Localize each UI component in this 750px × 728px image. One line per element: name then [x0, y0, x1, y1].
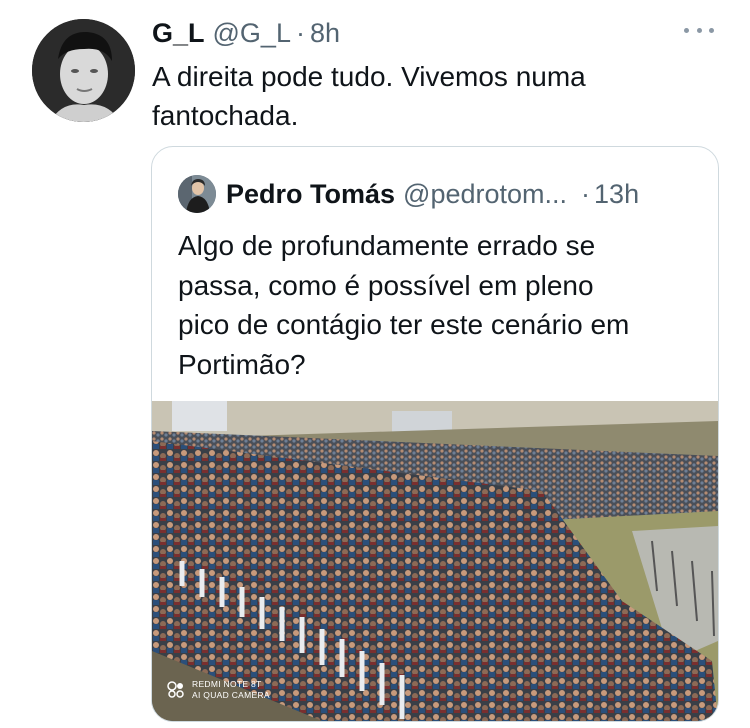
- quoted-tweet-media[interactable]: REDMI NOTE 8T AI QUAD CAMERA: [152, 401, 718, 721]
- tweet-text-line: A direita pode tudo. Vivemos numa: [152, 61, 586, 92]
- tweet-text-line: fantochada.: [152, 100, 299, 131]
- quoted-tweet-card[interactable]: Pedro Tomás @pedrotom... · 13h Algo de p…: [151, 146, 719, 722]
- quoted-text-line: Algo de profundamente errado se: [178, 230, 596, 261]
- quoted-tweet-timestamp[interactable]: 13h: [594, 179, 639, 210]
- crowd-photo-icon: [152, 401, 718, 721]
- user-avatar-photo-icon: [178, 175, 216, 213]
- quoted-text-line: pico de contágio ter este cenário em: [178, 309, 630, 340]
- quoted-text-line: passa, como é possível em pleno: [178, 269, 594, 301]
- author-display-name[interactable]: G_L: [152, 18, 205, 49]
- quoted-author-avatar[interactable]: [178, 175, 216, 213]
- user-avatar-photo-icon: [32, 19, 135, 122]
- camera-brand-icon: [167, 681, 184, 698]
- watermark-line: AI QUAD CAMERA: [192, 690, 270, 700]
- tweet-timestamp[interactable]: 8h: [310, 18, 340, 49]
- quoted-tweet-header: Pedro Tomás @pedrotom... · 13h: [178, 172, 639, 216]
- quoted-tweet-text: Algo de profundamente errado se passa, c…: [178, 226, 678, 384]
- tweet-text: A direita pode tudo. Vivemos numa fantoc…: [152, 57, 712, 135]
- separator-dot: ·: [581, 178, 591, 209]
- quoted-author-handle[interactable]: @pedrotom...: [403, 179, 567, 210]
- camera-watermark: REDMI NOTE 8T AI QUAD CAMERA: [166, 679, 270, 701]
- watermark-line: REDMI NOTE 8T: [192, 679, 262, 689]
- author-avatar[interactable]: [32, 19, 135, 122]
- quoted-author-display-name[interactable]: Pedro Tomás: [226, 179, 395, 210]
- more-options-icon[interactable]: [684, 24, 714, 36]
- tweet-header: G_L @G_L · 8h: [152, 18, 340, 54]
- author-handle[interactable]: @G_L: [213, 18, 291, 49]
- quoted-text-line: Portimão?: [178, 348, 306, 380]
- separator-dot: ·: [295, 18, 305, 48]
